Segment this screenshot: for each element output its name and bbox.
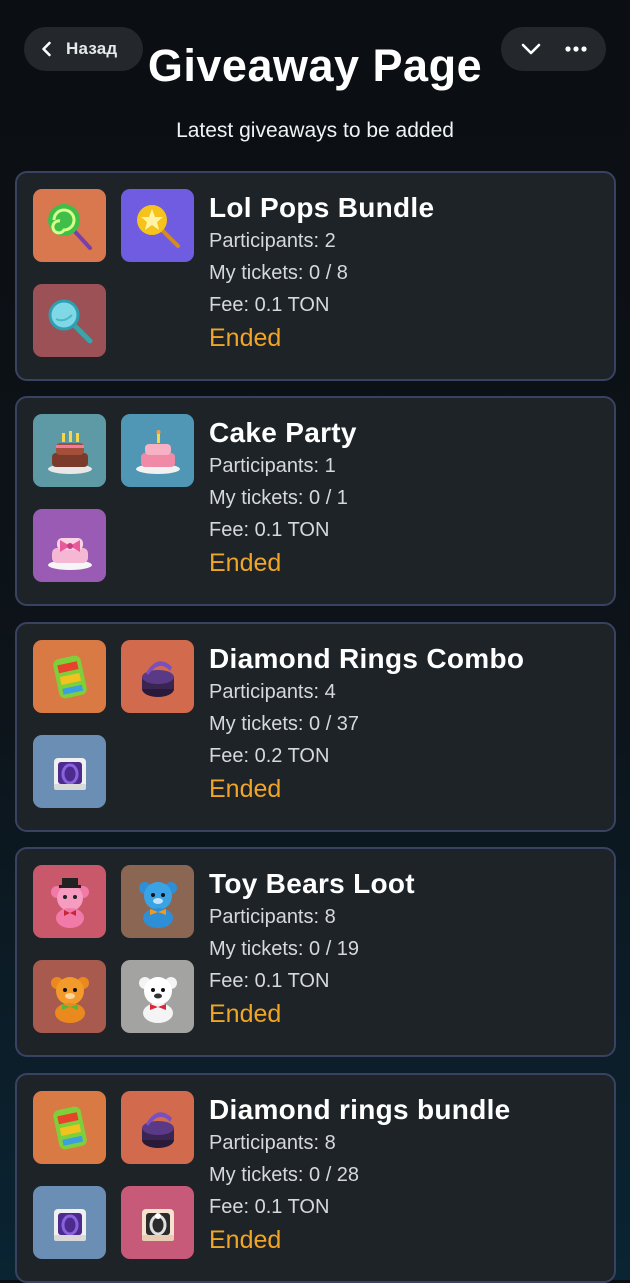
status-label: Ended [209,775,282,803]
fee: Fee: 0.1 TON [209,519,330,541]
fee: Fee: 0.2 TON [209,745,330,767]
status-label: Ended [209,1226,282,1254]
giveaway-info: Diamond Rings Combo Participants: 4 My t… [209,642,524,807]
status-label: Ended [209,324,282,352]
item-thumb [33,284,106,357]
open-ring-box-icon [53,1208,86,1241]
item-thumb [121,1091,194,1164]
giveaway-title: Diamond Rings Combo [209,643,525,674]
giveaway-title: Toy Bears Loot [209,868,415,899]
item-thumb [33,1186,106,1259]
item-thumb [33,509,106,582]
item-thumb [33,960,106,1033]
giveaway-info: Cake Party Participants: 1 My tickets: 0… [209,416,357,581]
pink-bear-icon [50,877,89,928]
page-subtitle: Latest giveaways to be added [176,119,454,142]
purple-ring-box-icon [141,660,174,697]
item-thumb [121,960,194,1033]
item-thumb [33,735,106,808]
giveaway-card[interactable]: Cake Party Participants: 1 My tickets: 0… [15,396,616,606]
fee: Fee: 0.1 TON [209,970,330,992]
giveaway-card[interactable]: Lol Pops Bundle Participants: 2 My ticke… [15,171,616,381]
blue-bear-icon [138,881,177,928]
chocolate-cake-icon [47,430,92,474]
page-title: Giveaway Page [147,40,483,91]
item-thumb [33,414,106,487]
giveaway-title: Diamond rings bundle [209,1094,511,1125]
giveaway-info: Lol Pops Bundle Participants: 2 My ticke… [209,191,434,356]
magnifier-lollipop-icon [48,299,92,343]
item-thumb [33,189,106,262]
rainbow-ring-box-icon [52,1106,87,1149]
giveaway-title: Lol Pops Bundle [209,192,435,223]
participants-count: Participants: 2 [209,230,336,252]
participants-count: Participants: 8 [209,1132,336,1154]
item-thumb [121,414,194,487]
item-thumb [33,1091,106,1164]
orange-bear-icon [50,976,89,1023]
item-thumb [121,640,194,713]
open-ring-box-icon [53,757,86,790]
my-tickets: My tickets: 0 / 1 [209,487,348,509]
bow-cake-icon [47,537,92,570]
status-label: Ended [209,1000,282,1028]
giveaway-card[interactable]: Diamond Rings Combo Participants: 4 My t… [15,622,616,832]
my-tickets: My tickets: 0 / 19 [209,938,360,960]
status-label: Ended [209,549,282,577]
participants-count: Participants: 4 [209,681,336,703]
item-thumb [33,865,106,938]
white-bear-icon [138,976,177,1023]
my-tickets: My tickets: 0 / 28 [209,1164,360,1186]
giveaway-info: Diamond rings bundle Participants: 8 My … [209,1093,511,1258]
fee: Fee: 0.1 TON [209,1196,330,1218]
participants-count: Participants: 8 [209,906,336,928]
giveaway-info: Toy Bears Loot Participants: 8 My ticket… [209,867,415,1032]
my-tickets: My tickets: 0 / 8 [209,262,348,284]
yellow-lollipop-icon [136,204,180,248]
participants-count: Participants: 1 [209,455,336,477]
item-thumb [121,865,194,938]
rainbow-ring-box-icon [52,655,87,698]
giveaway-card[interactable]: Diamond rings bundle Participants: 8 My … [15,1073,616,1283]
purple-ring-box-icon [141,1111,174,1148]
item-thumb [33,640,106,713]
item-thumb [121,189,194,262]
green-lollipop-icon [47,203,92,250]
top-bar: Назад Giveaway Page [0,0,630,110]
pink-ring-box-icon [141,1208,174,1241]
giveaway-card[interactable]: Toy Bears Loot Participants: 8 My ticket… [15,847,616,1057]
fee: Fee: 0.1 TON [209,294,330,316]
my-tickets: My tickets: 0 / 37 [209,713,360,735]
pink-cake-icon [135,429,180,474]
item-thumb [121,1186,194,1259]
giveaway-title: Cake Party [209,417,357,448]
